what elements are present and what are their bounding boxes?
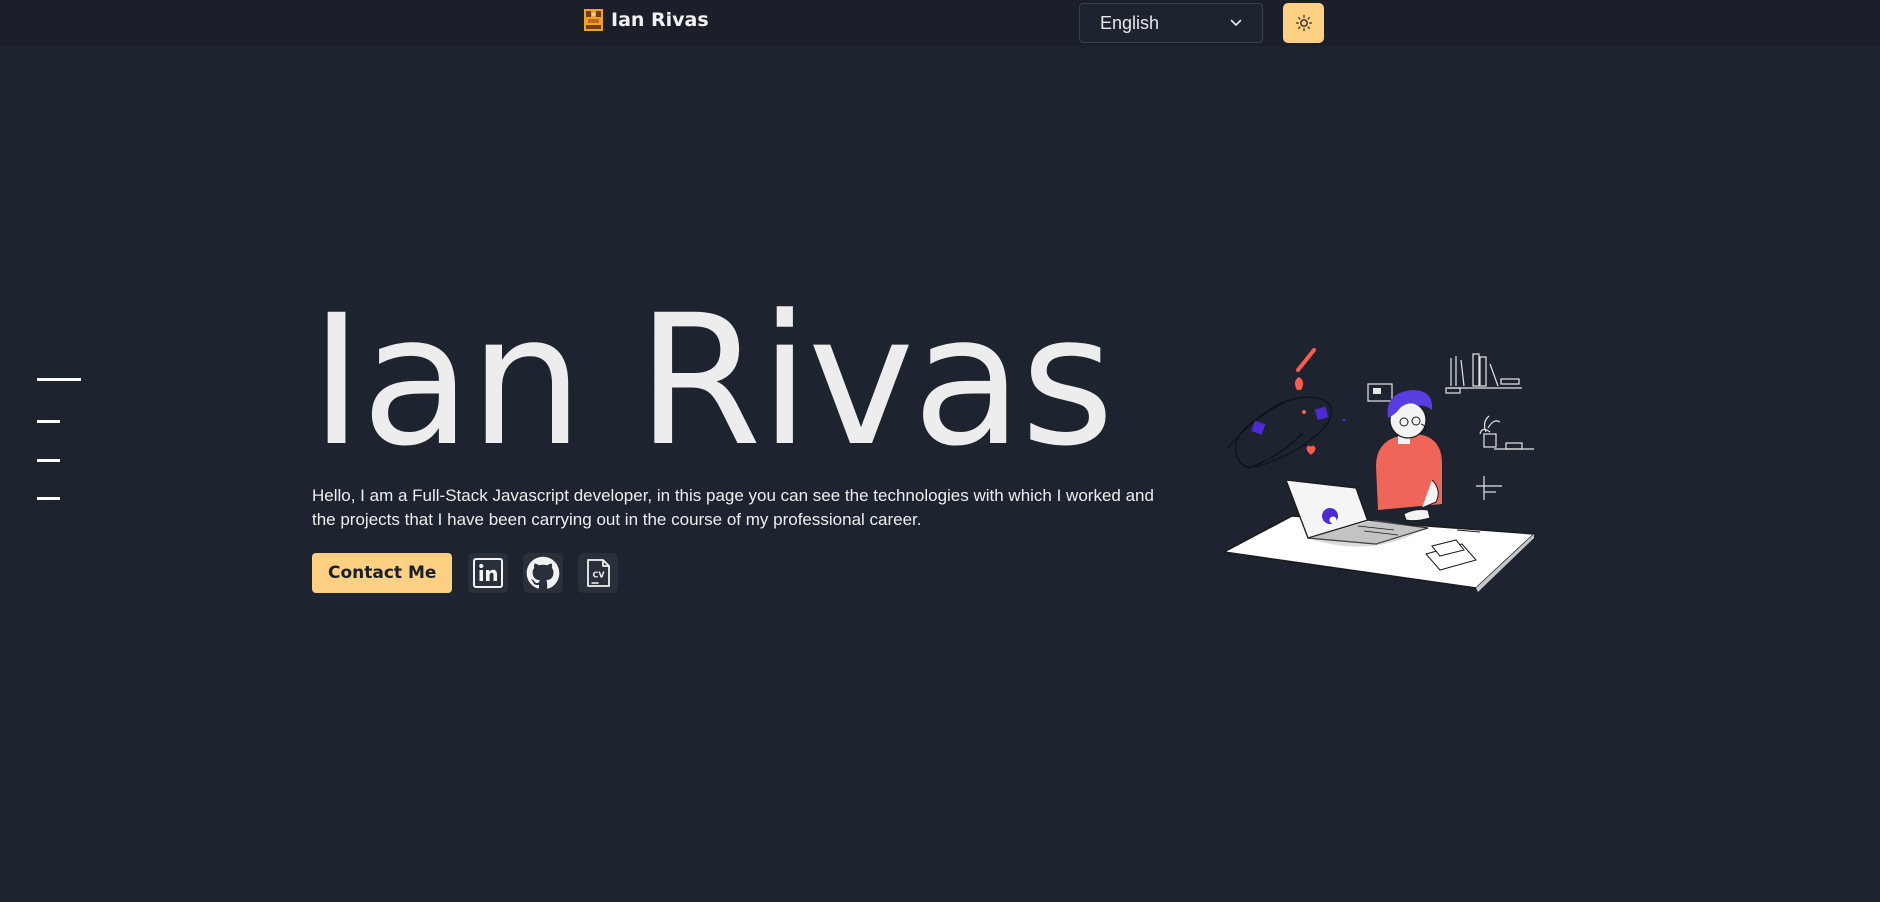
sun-icon <box>1295 14 1312 32</box>
language-select[interactable]: English <box>1079 3 1263 43</box>
developer-at-desk-illustration <box>1221 348 1534 592</box>
brand-name: Ian Rivas <box>611 9 709 31</box>
hero-title: Ian Rivas <box>310 277 1114 486</box>
hero-description: Hello, I am a Full-Stack Javascript deve… <box>312 486 1154 529</box>
pixel-logo-icon <box>584 9 603 31</box>
theme-toggle-button[interactable] <box>1283 3 1324 43</box>
contact-me-button[interactable]: Contact Me <box>312 553 453 593</box>
github-button[interactable] <box>523 553 564 593</box>
language-select-value: English <box>1100 12 1160 33</box>
linkedin-icon <box>473 558 504 588</box>
cv-icon: CV <box>587 559 611 587</box>
hero-actions: Contact Me CV <box>312 553 633 593</box>
github-icon <box>527 556 560 589</box>
section-nav-item-4[interactable] <box>37 497 60 500</box>
section-nav-item-1[interactable] <box>37 378 81 381</box>
top-header: Ian Rivas English <box>0 0 1880 46</box>
brand[interactable]: Ian Rivas <box>584 7 709 33</box>
cv-button[interactable]: CV <box>578 553 619 593</box>
section-nav-item-2[interactable] <box>37 420 60 423</box>
section-nav-item-3[interactable] <box>37 459 60 462</box>
linkedin-button[interactable] <box>468 553 509 593</box>
section-nav <box>37 378 81 506</box>
cv-icon-label: CV <box>593 571 606 580</box>
chevron-down-icon <box>1230 19 1242 26</box>
